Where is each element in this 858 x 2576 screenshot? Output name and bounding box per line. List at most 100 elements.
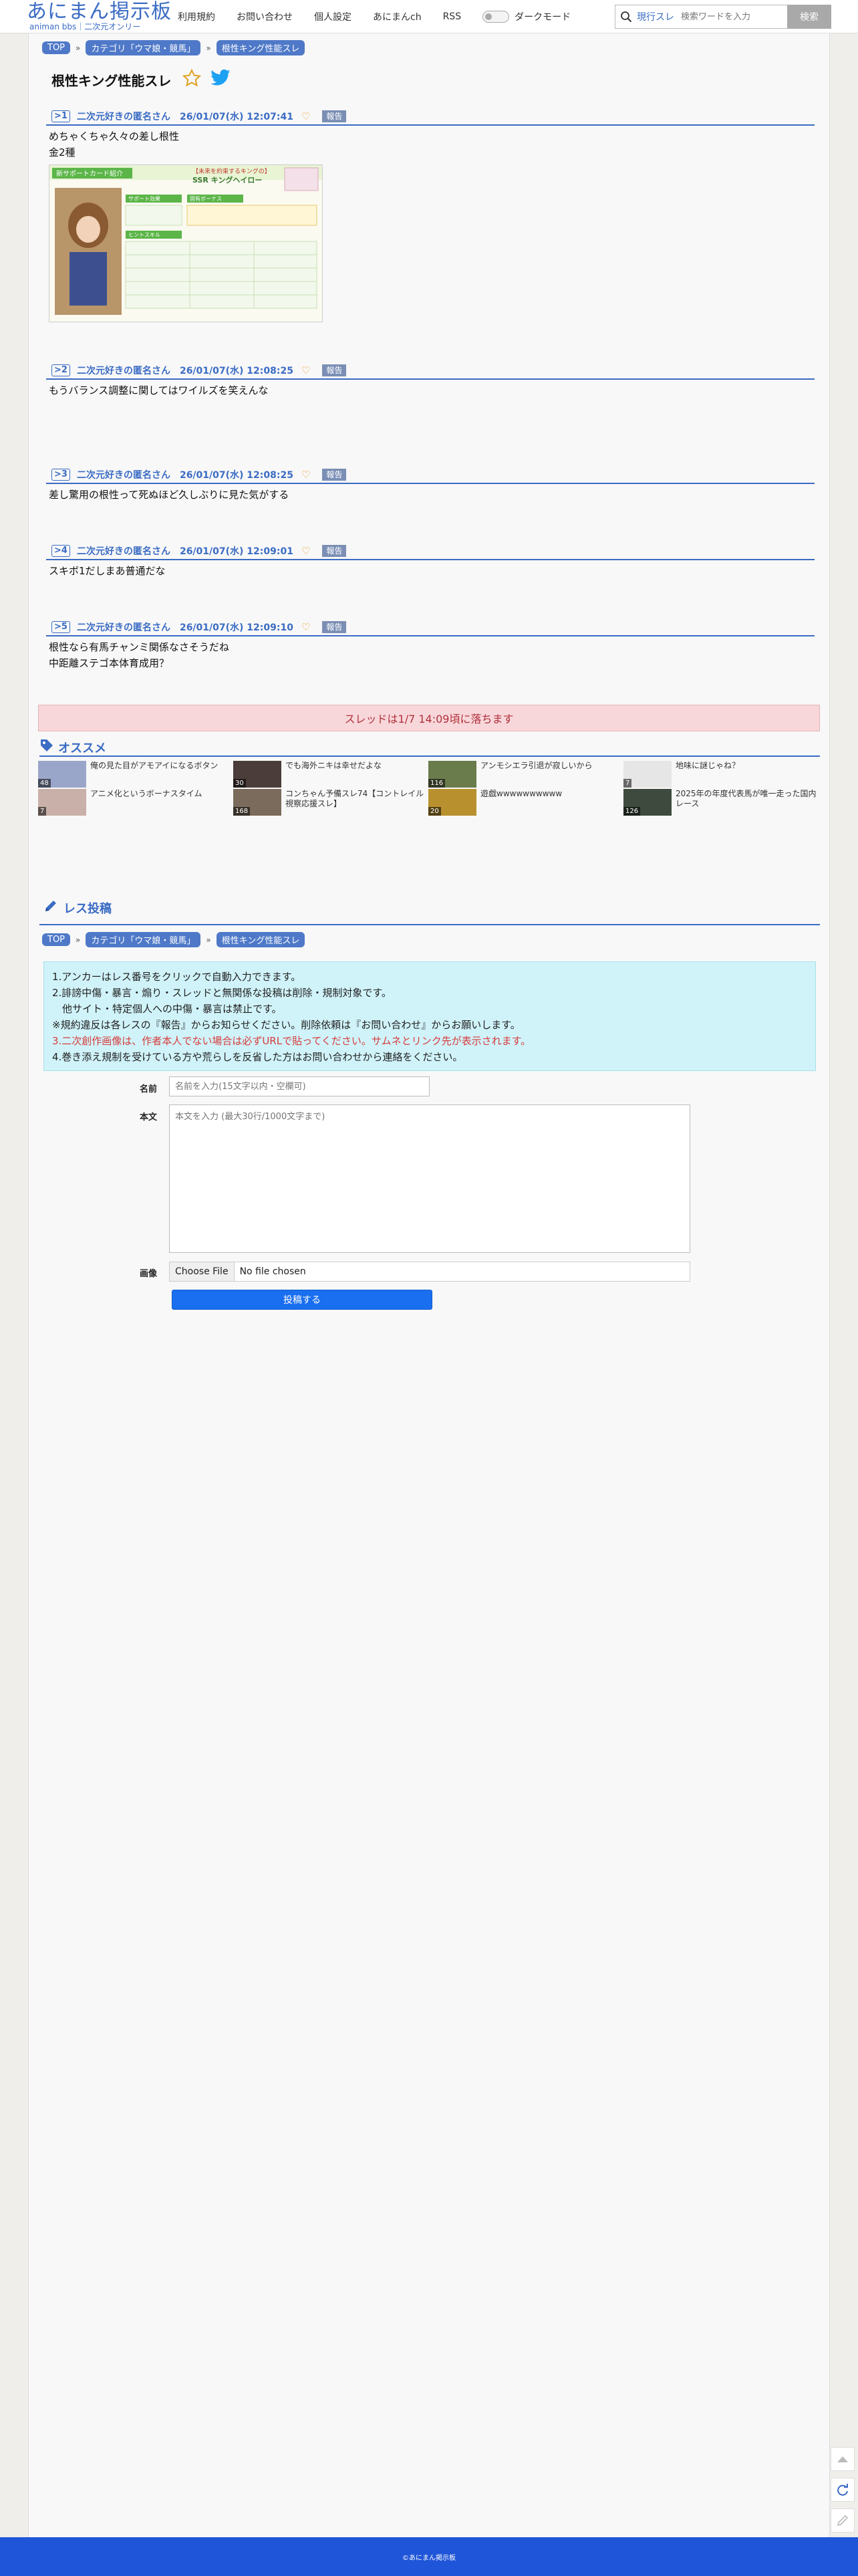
post-line: 中距離ステゴ本体育成用？ — [49, 657, 170, 669]
top-nav: 利用規約 お問い合わせ 個人設定 あにまんch RSS ダークモード — [178, 0, 571, 33]
comment-count: 116 — [428, 779, 446, 788]
search-mode-select[interactable]: 現行スレ — [637, 10, 674, 23]
report-button[interactable]: 報告 — [322, 545, 347, 557]
comment-count: 168 — [233, 807, 251, 816]
favorite-star-icon[interactable] — [182, 68, 202, 91]
post-body: 根性なら有馬チャンミ関係なさそうだね 中距離ステゴ本体育成用？ — [46, 639, 815, 671]
nav-terms[interactable]: 利用規約 — [178, 10, 215, 23]
search-icon — [615, 5, 637, 28]
breadcrumb-current[interactable]: 根性キング性能スレ — [216, 40, 305, 55]
nav-animanch[interactable]: あにまんch — [373, 10, 422, 23]
recommend-thumbnail: 116 — [428, 761, 476, 788]
comment-count: 30 — [233, 779, 246, 788]
body-field[interactable] — [169, 1104, 690, 1253]
recommend-item[interactable]: 48 俺の見た目がアモアイになるボタン — [38, 761, 232, 788]
breadcrumb-current[interactable]: 根性キング性能スレ — [216, 932, 305, 947]
heart-icon[interactable]: ♡ — [301, 545, 310, 557]
choose-file-button[interactable]: Choose File — [170, 1262, 235, 1281]
recommend-title: でも海外ニキは幸せだよな — [285, 761, 382, 770]
recommend-item[interactable]: 126 2025年の年度代表馬が唯一走った国内レース — [623, 789, 817, 816]
nav-rss[interactable]: RSS — [443, 11, 462, 22]
image-row-label: 固有ボーナス — [190, 195, 222, 202]
comment-count: 20 — [428, 807, 441, 816]
post-line: 差し驚用の根性って死ぬほど久しぶりに見た気がする — [49, 489, 289, 501]
recommend-item[interactable]: 30 でも海外ニキは幸せだよな — [233, 761, 427, 788]
image-row-label: ヒントスキル — [128, 232, 160, 238]
image-banner-text: 新サポートカード紹介 — [56, 169, 123, 178]
toggle-switch[interactable] — [482, 11, 510, 23]
recommend-title: 俺の見た目がアモアイになるボタン — [90, 761, 219, 770]
rule-line: ※規約違反は各レスの『報告』からお知らせください。削除依頼は『お問い合わせ』から… — [52, 1019, 521, 1031]
thread-title-row: 根性キング性能スレ — [51, 68, 231, 91]
section-divider — [39, 924, 820, 925]
breadcrumb-top[interactable]: TOP — [42, 41, 71, 54]
post-number[interactable]: >3 — [51, 469, 70, 481]
twitter-share-icon[interactable] — [210, 69, 231, 90]
search-button[interactable]: 検索 — [787, 5, 831, 29]
recommend-title: 地味に謎じゃね？ — [676, 761, 740, 770]
submit-button[interactable]: 投稿する — [172, 1290, 432, 1310]
recommend-thumbnail: 7 — [38, 789, 86, 816]
post-body: もうバランス調整に関してはワイルズを笑えんな — [46, 382, 815, 398]
post-header: >4 二次元好きの匿名さん 26/01/07(水) 12:09:01 ♡ 報告 — [46, 543, 815, 560]
search-input[interactable] — [681, 7, 788, 27]
breadcrumb: TOP » カテゴリ「ウマ娘・競馬」 » 根性キング性能スレ — [42, 932, 305, 947]
recommend-item[interactable]: 116 アンモシエラ引退が寂しいから — [428, 761, 622, 788]
recommend-item[interactable]: 168 コンちゃん予備スレ74【コントレイル視察応援スレ】 — [233, 789, 427, 816]
dark-mode-toggle[interactable]: ダークモード — [482, 10, 571, 23]
logo-subtitle: animan bbs｜二次元オンリー — [29, 22, 141, 31]
breadcrumb: TOP » カテゴリ「ウマ娘・競馬」 » 根性キング性能スレ — [42, 40, 305, 55]
logo-title: あにまん掲示板 — [27, 0, 172, 23]
recommend-title: コンちゃん予備スレ74【コントレイル視察応援スレ】 — [285, 789, 424, 808]
recommend-item[interactable]: 7 アニメ化というボーナスタイム — [38, 789, 232, 816]
edit-icon[interactable] — [831, 2508, 855, 2533]
heart-icon[interactable]: ♡ — [301, 469, 310, 481]
report-button[interactable]: 報告 — [322, 621, 347, 633]
site-logo[interactable]: あにまん掲示板 animan bbs｜二次元オンリー — [27, 0, 172, 32]
post-number[interactable]: >1 — [51, 110, 70, 122]
post-number[interactable]: >2 — [51, 364, 70, 376]
breadcrumb-category[interactable]: カテゴリ「ウマ娘・競馬」 — [86, 932, 201, 947]
recommend-title: 遊戯wwwwwwwwww — [480, 789, 563, 798]
post-2: >2 二次元好きの匿名さん 26/01/07(水) 12:08:25 ♡ 報告 … — [46, 362, 815, 398]
breadcrumb-separator: » — [206, 935, 211, 945]
tag-icon — [39, 738, 54, 756]
body-label: 本文 — [140, 1113, 158, 1123]
rule-line: 2.誹謗中傷・暴言・煽り・スレッドと無関係な投稿は削除・規制対象です。 — [52, 987, 392, 999]
post-form-heading: レス投稿 — [43, 899, 112, 917]
post-line: めちゃくちゃ久々の差し根性 — [49, 130, 180, 142]
image-file-input[interactable]: Choose File No file chosen — [169, 1262, 690, 1282]
heart-icon[interactable]: ♡ — [301, 364, 310, 376]
recommend-thumbnail: 126 — [623, 789, 672, 816]
heart-icon[interactable]: ♡ — [301, 621, 310, 633]
comment-count: 126 — [623, 807, 641, 816]
report-button[interactable]: 報告 — [322, 469, 347, 481]
image-label: 画像 — [140, 1269, 158, 1279]
report-button[interactable]: 報告 — [322, 110, 347, 122]
search-box: 現行スレ 検索 — [615, 5, 831, 29]
site-header: あにまん掲示板 animan bbs｜二次元オンリー 利用規約 お問い合わせ 個… — [0, 0, 858, 33]
name-field[interactable] — [169, 1076, 430, 1096]
scroll-top-icon[interactable] — [831, 2447, 855, 2471]
comment-count: 7 — [38, 807, 47, 816]
section-divider — [39, 755, 820, 757]
nav-contact[interactable]: お問い合わせ — [237, 10, 293, 23]
post-header: >5 二次元好きの匿名さん 26/01/07(水) 12:09:10 ♡ 報告 — [46, 619, 815, 636]
report-button[interactable]: 報告 — [322, 364, 347, 376]
recommend-thumbnail: 48 — [38, 761, 86, 788]
post-header: >1 二次元好きの匿名さん 26/01/07(水) 12:07:41 ♡ 報告 — [46, 108, 815, 126]
breadcrumb-category[interactable]: カテゴリ「ウマ娘・競馬」 — [86, 40, 201, 55]
post-number[interactable]: >5 — [51, 621, 70, 633]
rule-line-warning: 3.二次創作画像は、作者本人でない場合は必ずURLで貼ってください。サムネとリン… — [52, 1035, 531, 1047]
recommend-item[interactable]: 7 地味に謎じゃね？ — [623, 761, 817, 788]
recommend-item[interactable]: 20 遊戯wwwwwwwwww — [428, 789, 622, 816]
heart-icon[interactable]: ♡ — [301, 110, 310, 122]
reload-icon[interactable] — [831, 2478, 855, 2502]
post-image[interactable]: 新サポートカード紹介 【未来を約束するキングの】 SSR キングヘイロー サポー… — [49, 164, 323, 322]
comment-count: 48 — [38, 779, 51, 788]
post-number[interactable]: >4 — [51, 545, 70, 557]
recommend-thumbnail: 20 — [428, 789, 476, 816]
nav-settings[interactable]: 個人設定 — [314, 10, 351, 23]
post-5: >5 二次元好きの匿名さん 26/01/07(水) 12:09:10 ♡ 報告 … — [46, 619, 815, 671]
breadcrumb-top[interactable]: TOP — [42, 933, 71, 946]
